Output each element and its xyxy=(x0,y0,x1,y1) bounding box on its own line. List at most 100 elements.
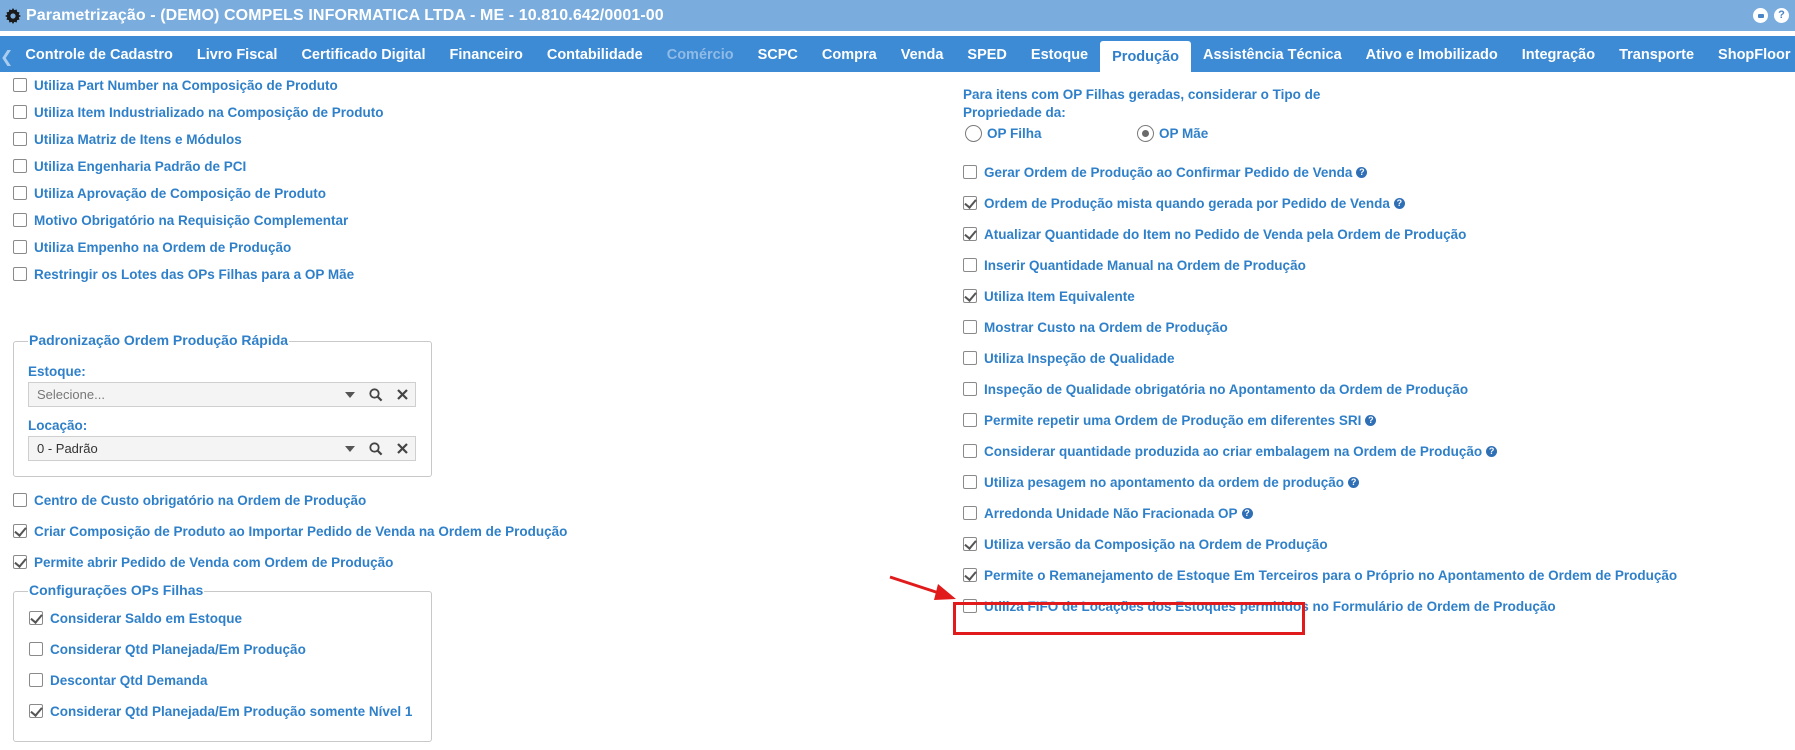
checkbox-option[interactable]: Utiliza Inspeção de Qualidade xyxy=(963,348,1175,368)
checkbox-label[interactable]: Arredonda Unidade Não Fracionada OP xyxy=(984,506,1238,521)
tab-sped[interactable]: SPED xyxy=(955,36,1019,72)
tab-estoque[interactable]: Estoque xyxy=(1019,36,1100,72)
checkbox-unchecked[interactable] xyxy=(13,213,27,227)
tab-producao[interactable]: Produção xyxy=(1100,41,1191,72)
tab-controle-de-cadastro[interactable]: Controle de Cadastro xyxy=(13,36,184,72)
checkbox-label[interactable]: Considerar Saldo em Estoque xyxy=(50,611,242,626)
checkbox-option[interactable]: Arredonda Unidade Não Fracionada OP? xyxy=(963,503,1253,523)
checkbox-unchecked[interactable] xyxy=(963,320,977,334)
checkbox-option[interactable]: Utiliza pesagem no apontamento da ordem … xyxy=(963,472,1360,492)
checkbox-option[interactable]: Utiliza versão da Composição na Ordem de… xyxy=(963,534,1328,554)
checkbox-option[interactable]: Descontar Qtd Demanda xyxy=(29,670,208,690)
checkbox-checked[interactable] xyxy=(963,196,977,210)
checkbox-option[interactable]: Mostrar Custo na Ordem de Produção xyxy=(963,317,1228,337)
checkbox-option[interactable]: Inserir Quantidade Manual na Ordem de Pr… xyxy=(963,255,1306,275)
search-icon[interactable] xyxy=(363,437,389,460)
chevron-down-icon[interactable] xyxy=(337,437,363,460)
checkbox-label[interactable]: Utiliza versão da Composição na Ordem de… xyxy=(984,537,1328,552)
checkbox-option[interactable]: Permite repetir uma Ordem de Produção em… xyxy=(963,410,1377,430)
tab-transporte[interactable]: Transporte xyxy=(1607,36,1706,72)
checkbox-option[interactable]: Utiliza Part Number na Composição de Pro… xyxy=(13,75,338,95)
radio-label[interactable]: OP Filha xyxy=(987,126,1042,141)
help-icon[interactable]: ? xyxy=(1356,166,1368,178)
checkbox-option[interactable]: Ordem de Produção mista quando gerada po… xyxy=(963,193,1405,213)
search-icon[interactable] xyxy=(363,383,389,406)
checkbox-label[interactable]: Gerar Ordem de Produção ao Confirmar Ped… xyxy=(984,165,1352,180)
tab-financeiro[interactable]: Financeiro xyxy=(438,36,535,72)
chevron-down-icon[interactable] xyxy=(337,383,363,406)
tab-assistencia-tecnica[interactable]: Assistência Técnica xyxy=(1191,36,1354,72)
checkbox-option[interactable]: Utiliza Item Industrializado na Composiç… xyxy=(13,102,384,122)
checkbox-label[interactable]: Atualizar Quantidade do Item no Pedido d… xyxy=(984,227,1466,242)
checkbox-option[interactable]: Utiliza Engenharia Padrão de PCI xyxy=(13,156,246,176)
checkbox-option[interactable]: Atualizar Quantidade do Item no Pedido d… xyxy=(963,224,1466,244)
checkbox-option[interactable]: Utiliza Aprovação de Composição de Produ… xyxy=(13,183,326,203)
checkbox-unchecked[interactable] xyxy=(963,413,977,427)
checkbox-option[interactable]: Centro de Custo obrigatório na Ordem de … xyxy=(13,490,366,510)
checkbox-unchecked[interactable] xyxy=(963,506,977,520)
radio-unselected[interactable] xyxy=(965,125,982,142)
checkbox-option[interactable]: Utiliza Empenho na Ordem de Produção xyxy=(13,237,291,257)
radio-option[interactable]: OP Filha xyxy=(965,125,1042,142)
minimize-icon[interactable] xyxy=(1753,8,1768,23)
checkbox-unchecked[interactable] xyxy=(29,673,43,687)
tab-certificado-digital[interactable]: Certificado Digital xyxy=(289,36,437,72)
checkbox-label[interactable]: Utiliza Item Industrializado na Composiç… xyxy=(34,105,384,120)
checkbox-option[interactable]: Permite o Remanejamento de Estoque Em Te… xyxy=(963,565,1677,585)
checkbox-label[interactable]: Permite repetir uma Ordem de Produção em… xyxy=(984,413,1361,428)
checkbox-checked[interactable] xyxy=(963,227,977,241)
tab-shopfloor[interactable]: ShopFloor xyxy=(1706,36,1795,72)
checkbox-checked[interactable] xyxy=(29,704,43,718)
checkbox-unchecked[interactable] xyxy=(963,475,977,489)
tab-venda[interactable]: Venda xyxy=(889,36,956,72)
checkbox-option[interactable]: Utiliza Item Equivalente xyxy=(963,286,1135,306)
checkbox-label[interactable]: Inspeção de Qualidade obrigatória no Apo… xyxy=(984,382,1468,397)
checkbox-label[interactable]: Criar Composição de Produto ao Importar … xyxy=(34,524,567,539)
checkbox-label[interactable]: Permite abrir Pedido de Venda com Ordem … xyxy=(34,555,393,570)
checkbox-unchecked[interactable] xyxy=(13,186,27,200)
checkbox-option[interactable]: Motivo Obrigatório na Requisição Complem… xyxy=(13,210,348,230)
checkbox-label[interactable]: Restringir os Lotes das OPs Filhas para … xyxy=(34,267,354,282)
checkbox-option[interactable]: Considerar Qtd Planejada/Em Produção som… xyxy=(29,701,412,721)
checkbox-label[interactable]: Utiliza pesagem no apontamento da ordem … xyxy=(984,475,1344,490)
clear-icon[interactable] xyxy=(389,437,415,460)
checkbox-option[interactable]: Considerar Saldo em Estoque xyxy=(29,608,242,628)
checkbox-label[interactable]: Motivo Obrigatório na Requisição Complem… xyxy=(34,213,348,228)
tab-compra[interactable]: Compra xyxy=(810,36,889,72)
checkbox-unchecked[interactable] xyxy=(13,132,27,146)
checkbox-checked[interactable] xyxy=(13,555,27,569)
checkbox-unchecked[interactable] xyxy=(963,382,977,396)
checkbox-label[interactable]: Utiliza Matriz de Itens e Módulos xyxy=(34,132,242,147)
tab-scpc[interactable]: SCPC xyxy=(746,36,810,72)
help-icon[interactable]: ? xyxy=(1393,197,1405,209)
checkbox-checked[interactable] xyxy=(13,524,27,538)
tab-integracao[interactable]: Integração xyxy=(1510,36,1607,72)
checkbox-label[interactable]: Mostrar Custo na Ordem de Produção xyxy=(984,320,1228,335)
estoque-select[interactable]: Selecione... xyxy=(28,382,416,407)
tab-contabilidade[interactable]: Contabilidade xyxy=(535,36,655,72)
checkbox-label[interactable]: Utiliza Aprovação de Composição de Produ… xyxy=(34,186,326,201)
tab-livro-fiscal[interactable]: Livro Fiscal xyxy=(185,36,290,72)
help-icon[interactable]: ? xyxy=(1774,8,1789,23)
help-icon[interactable]: ? xyxy=(1348,476,1360,488)
checkbox-option[interactable]: Restringir os Lotes das OPs Filhas para … xyxy=(13,264,354,284)
checkbox-checked[interactable] xyxy=(963,537,977,551)
help-icon[interactable]: ? xyxy=(1241,507,1253,519)
checkbox-unchecked[interactable] xyxy=(13,159,27,173)
checkbox-label[interactable]: Utiliza Item Equivalente xyxy=(984,289,1135,304)
checkbox-unchecked[interactable] xyxy=(963,258,977,272)
checkbox-label[interactable]: Utiliza Engenharia Padrão de PCI xyxy=(34,159,246,174)
clear-icon[interactable] xyxy=(389,383,415,406)
checkbox-unchecked[interactable] xyxy=(963,351,977,365)
checkbox-option[interactable]: Criar Composição de Produto ao Importar … xyxy=(13,521,567,541)
help-icon[interactable]: ? xyxy=(1486,445,1498,457)
checkbox-label[interactable]: Utiliza Empenho na Ordem de Produção xyxy=(34,240,291,255)
chevron-left-icon[interactable]: ❮ xyxy=(0,36,13,72)
checkbox-label[interactable]: Utiliza Part Number na Composição de Pro… xyxy=(34,78,338,93)
radio-selected[interactable] xyxy=(1137,125,1154,142)
checkbox-option[interactable]: Gerar Ordem de Produção ao Confirmar Ped… xyxy=(963,162,1368,182)
checkbox-unchecked[interactable] xyxy=(13,267,27,281)
checkbox-unchecked[interactable] xyxy=(13,78,27,92)
checkbox-option[interactable]: Permite abrir Pedido de Venda com Ordem … xyxy=(13,552,393,572)
checkbox-label[interactable]: Permite o Remanejamento de Estoque Em Te… xyxy=(984,568,1677,583)
